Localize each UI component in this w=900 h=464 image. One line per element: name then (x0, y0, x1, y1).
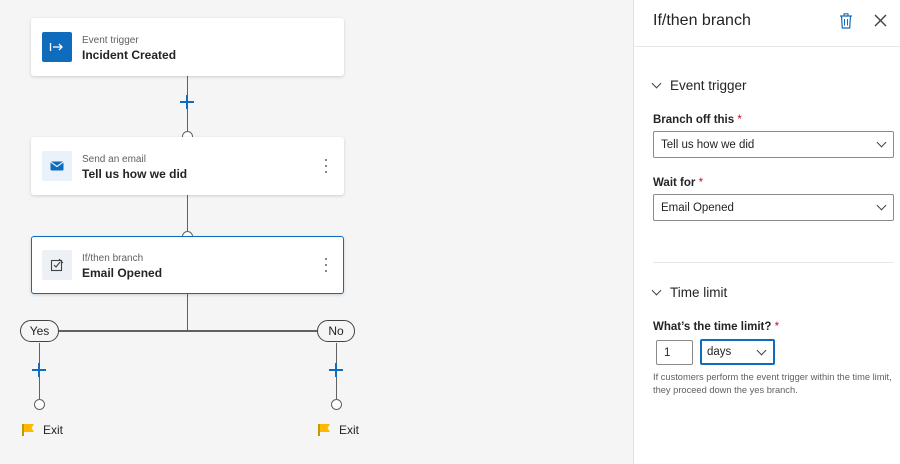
chevron-down-icon (651, 285, 662, 296)
required-marker: * (774, 321, 780, 333)
chevron-down-icon (756, 345, 767, 356)
more-options-icon[interactable] (324, 258, 328, 272)
exit-node-no[interactable]: Exit (317, 423, 359, 437)
branch-connector-line (39, 330, 337, 332)
section-heading: Time limit (670, 285, 728, 300)
close-icon[interactable] (874, 14, 887, 27)
chevron-down-icon (876, 200, 887, 211)
exit-flag-icon (317, 423, 331, 437)
branch-off-select[interactable]: Tell us how we did (653, 131, 894, 158)
more-options-icon[interactable] (324, 159, 328, 173)
card-title: Email Opened (82, 266, 163, 280)
add-step-no-plus-icon[interactable] (329, 363, 343, 377)
panel-title: If/then branch (653, 12, 751, 29)
connector-node (331, 399, 342, 410)
branch-off-label: Branch off this * (653, 114, 742, 126)
if-then-branch-card[interactable]: If/then branch Email Opened (31, 236, 344, 294)
connector-line (186, 294, 188, 330)
event-trigger-section-toggle[interactable]: Event trigger (651, 78, 747, 93)
chevron-down-icon (651, 78, 662, 89)
connector-line (186, 195, 188, 231)
exit-flag-icon (21, 423, 35, 437)
send-email-card[interactable]: Send an email Tell us how we did (31, 137, 344, 195)
card-type-label: If/then branch (82, 253, 144, 264)
connector-node (34, 399, 45, 410)
time-limit-label: What’s the time limit? * (653, 321, 780, 333)
yes-branch-pill[interactable]: Yes (20, 320, 59, 342)
branch-off-value: Tell us how we did (661, 138, 755, 151)
properties-panel: If/then branch Event trigger Branch off … (633, 0, 900, 464)
panel-header: If/then branch (634, 0, 900, 47)
wait-for-select[interactable]: Email Opened (653, 194, 894, 221)
exit-label: Exit (43, 423, 64, 437)
card-title: Incident Created (82, 48, 177, 62)
card-type-label: Send an email (82, 154, 146, 165)
journey-canvas: Event trigger Incident Created Send an e… (0, 0, 633, 464)
delete-icon[interactable] (839, 13, 853, 29)
yes-branch-label: Yes (29, 324, 50, 338)
exit-node-yes[interactable]: Exit (21, 423, 63, 437)
card-type-label: Event trigger (82, 35, 139, 46)
card-title: Tell us how we did (82, 167, 188, 181)
required-marker: * (737, 114, 742, 126)
add-step-yes-plus-icon[interactable] (32, 363, 46, 377)
wait-for-value: Email Opened (661, 201, 734, 214)
event-trigger-card[interactable]: Event trigger Incident Created (31, 18, 344, 76)
section-divider (653, 262, 894, 263)
no-branch-pill[interactable]: No (317, 320, 355, 342)
email-icon (42, 151, 72, 181)
chevron-down-icon (876, 137, 887, 148)
exit-label: Exit (339, 423, 360, 437)
add-step-plus-icon[interactable] (180, 95, 194, 109)
time-limit-help-text: If customers perform the event trigger w… (653, 372, 892, 395)
time-limit-section-toggle[interactable]: Time limit (651, 285, 728, 300)
time-limit-amount: 1 (664, 346, 671, 359)
required-marker: * (698, 177, 704, 189)
branch-icon (42, 250, 72, 280)
section-heading: Event trigger (670, 78, 747, 93)
no-branch-label: No (328, 324, 344, 338)
time-limit-unit: days (707, 346, 732, 358)
time-limit-unit-select[interactable]: days (700, 339, 775, 365)
event-trigger-icon (42, 32, 72, 62)
time-limit-amount-input[interactable]: 1 (656, 340, 693, 365)
wait-for-label: Wait for * (653, 177, 704, 189)
